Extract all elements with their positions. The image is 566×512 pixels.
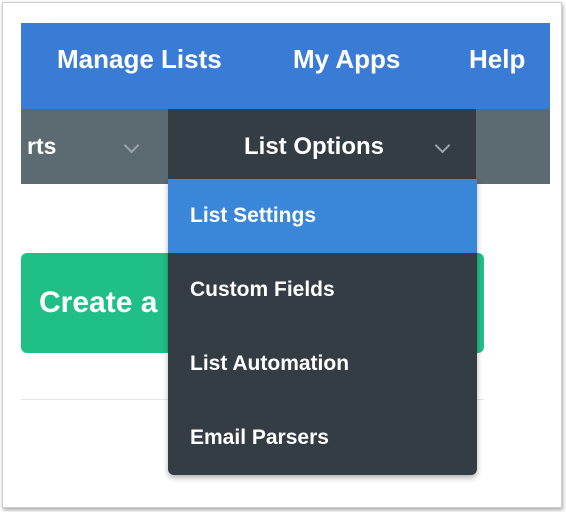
dropdown-item-list-settings[interactable]: List Settings	[168, 179, 477, 253]
nav-item-manage-lists[interactable]: Manage Lists	[57, 23, 222, 95]
dropdown-item-label: Custom Fields	[190, 278, 335, 301]
sub-nav-item-label: rts	[27, 133, 57, 159]
list-options-dropdown: List Settings Custom Fields List Automat…	[168, 179, 477, 475]
dropdown-item-email-parsers[interactable]: Email Parsers	[168, 401, 477, 475]
top-nav: Manage Lists My Apps Help	[21, 23, 550, 109]
sub-nav-item-list-options[interactable]: List Options	[168, 109, 476, 184]
sub-nav-item-label: List Options	[244, 133, 384, 160]
create-list-button-label: Create a	[39, 286, 158, 319]
chevron-down-icon	[123, 137, 140, 154]
sub-nav-item-reports[interactable]: rts	[21, 109, 168, 184]
screenshot-frame: Manage Lists My Apps Help rts List Optio…	[2, 2, 562, 508]
dropdown-item-list-automation[interactable]: List Automation	[168, 327, 477, 401]
dropdown-item-label: List Settings	[190, 204, 317, 227]
dropdown-item-label: Email Parsers	[190, 426, 329, 449]
nav-item-my-apps[interactable]: My Apps	[293, 23, 400, 95]
chevron-down-icon	[434, 137, 451, 154]
dropdown-item-label: List Automation	[190, 352, 350, 375]
nav-item-help[interactable]: Help	[469, 23, 525, 95]
sub-nav: rts List Options	[21, 109, 550, 184]
dropdown-item-custom-fields[interactable]: Custom Fields	[168, 253, 477, 327]
